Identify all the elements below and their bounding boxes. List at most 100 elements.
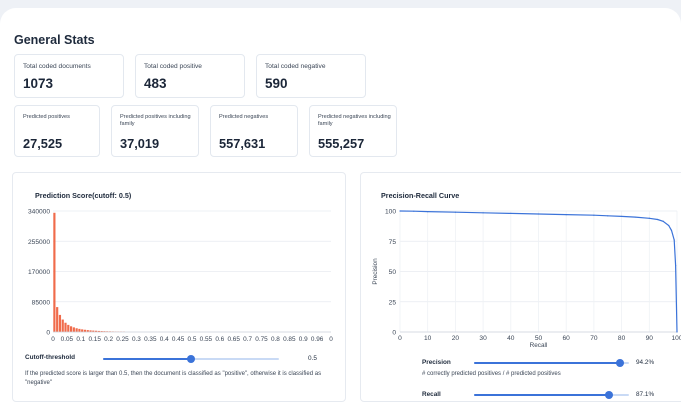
x-tick-label: 0.05	[61, 336, 74, 343]
stat-value: 590	[265, 76, 288, 91]
histogram-bar	[67, 324, 70, 332]
cutoff-threshold-slider[interactable]	[103, 355, 279, 363]
pr-curve-point	[673, 239, 675, 241]
pr-curve-point	[482, 212, 484, 214]
stat-label: Total coded negative	[265, 63, 326, 70]
stat-label: Predicted negatives including family	[318, 114, 391, 127]
stat-label: Total coded positive	[144, 63, 202, 70]
x-tick-label: 80	[618, 335, 626, 342]
x-tick-label: 0.45	[172, 336, 185, 343]
x-tick-label: 0	[329, 336, 333, 343]
precision-label: Precision	[422, 359, 451, 366]
pr-curve-point	[427, 211, 429, 213]
histogram-bar	[75, 328, 78, 332]
stat-label: Predicted positives	[23, 114, 70, 120]
x-tick-label: 70	[590, 335, 598, 342]
y-tick-label: 170000	[28, 269, 50, 276]
histogram-bar	[56, 307, 59, 332]
stat-label: Predicted positives including family	[120, 114, 191, 127]
pr-curve-point	[413, 210, 415, 212]
stat-label: Predicted negatives	[219, 114, 269, 120]
cutoff-explanation: If the predicted score is larger than 0.…	[25, 371, 322, 386]
x-tick-label: 30	[479, 335, 487, 342]
pr-curve-point	[634, 216, 637, 218]
stat-value: 483	[144, 76, 167, 91]
x-tick-label: 50	[535, 335, 543, 342]
histogram-bar	[78, 328, 81, 332]
x-tick-label: 0.85	[283, 336, 296, 343]
pr-curve-point	[670, 229, 673, 231]
x-tick-label: 0.15	[88, 336, 101, 343]
pr-curve-point	[399, 210, 401, 212]
y-tick-label: 340000	[28, 209, 50, 216]
stat-card-predicted-negatives: Predicted negatives 557,631	[210, 105, 298, 157]
pr-curve-point	[648, 217, 650, 219]
pr-curve-point	[454, 211, 456, 213]
precision-description: # correctly predicted positives / # pred…	[422, 371, 561, 377]
stat-label: Total coded documents	[23, 63, 91, 70]
precision-value: 94.2%	[636, 359, 655, 366]
page-title: General Stats	[14, 33, 95, 47]
x-tick-label: 0.9	[299, 336, 308, 343]
x-tick-label: 20	[452, 335, 460, 342]
pr-curve-point	[668, 224, 670, 227]
x-tick-label: 0.7	[243, 336, 252, 343]
x-tick-label: 0.55	[200, 336, 213, 343]
x-tick-label: 90	[646, 335, 654, 342]
stat-value: 555,257	[318, 136, 365, 151]
recall-slider[interactable]	[474, 391, 629, 399]
pr-curve-point	[676, 331, 678, 333]
x-tick-label: 0.5	[188, 336, 197, 343]
cutoff-threshold-label: Cutoff-threshold	[25, 354, 76, 361]
y-tick-label: 25	[389, 299, 397, 306]
y-tick-label: 85000	[32, 299, 51, 306]
y-tick-label: 255000	[28, 239, 50, 246]
precision-recall-box: Precision-Recall Curve 0 25 50 75 100 0 10 20 30…	[360, 172, 681, 402]
pr-curve-point	[510, 212, 512, 215]
histogram-bar	[61, 319, 64, 332]
y-tick-label: 0	[392, 330, 396, 337]
pr-curve-point	[593, 214, 595, 216]
stat-card-total-coded-positive: Total coded positive 483	[135, 54, 245, 98]
stat-value: 37,019	[120, 136, 160, 151]
stat-value: 557,631	[219, 136, 266, 151]
recall-value: 87.1%	[636, 391, 655, 398]
x-tick-label: 100	[671, 335, 681, 342]
pr-curve-point	[621, 215, 623, 218]
histogram-bar	[69, 326, 73, 332]
slider-handle[interactable]	[187, 355, 195, 363]
x-tick-label: 0.96	[311, 336, 324, 343]
stat-value: 1073	[23, 76, 54, 91]
stat-card-predicted-negatives-including-family: Predicted negatives including family 555…	[309, 105, 397, 157]
x-tick-label: 0.2	[104, 336, 113, 343]
x-tick-label: 40	[507, 335, 515, 342]
x-tick-label: 0.1	[76, 336, 85, 343]
x-tick-label: 0.3	[132, 336, 141, 343]
y-tick-label: 75	[389, 239, 397, 246]
stat-card-predicted-positives-including-family: Predicted positives including family 37,…	[111, 105, 199, 157]
slider-fill	[474, 362, 620, 364]
x-tick-label: 60	[563, 335, 571, 342]
stat-card-total-coded-documents: Total coded documents 1073	[14, 54, 124, 98]
recall-label: Recall	[422, 391, 441, 398]
slider-fill	[474, 394, 609, 396]
slider-handle[interactable]	[605, 391, 613, 399]
precision-slider[interactable]	[474, 359, 629, 367]
slider-handle[interactable]	[616, 359, 624, 367]
x-axis-label: Recall	[530, 342, 548, 349]
stat-card-predicted-positives: Predicted positives 27,525	[14, 105, 100, 157]
x-tick-label: 0	[51, 336, 55, 343]
x-tick-label: 0.8	[271, 336, 280, 343]
histogram-bar	[58, 314, 62, 332]
stat-value: 27,525	[23, 136, 63, 151]
y-tick-label: 100	[385, 209, 396, 216]
slider-fill	[103, 358, 191, 360]
histogram-bar	[72, 327, 75, 332]
x-tick-label: 0.4	[160, 336, 169, 343]
precision-recall-chart: 0 25 50 75 100 0 10 20 30 40 50 60 70 80 90 100 Recall Pr…	[372, 209, 681, 350]
y-tick-label: 0	[46, 330, 50, 337]
x-tick-label: 0.75	[255, 336, 268, 343]
x-tick-label: 0.65	[227, 336, 240, 343]
prediction-score-chart: 0 85000 170000 255000 340000 0 0.05 0.1 0.15 0.2 0…	[28, 209, 333, 344]
histogram-bar	[53, 212, 56, 332]
